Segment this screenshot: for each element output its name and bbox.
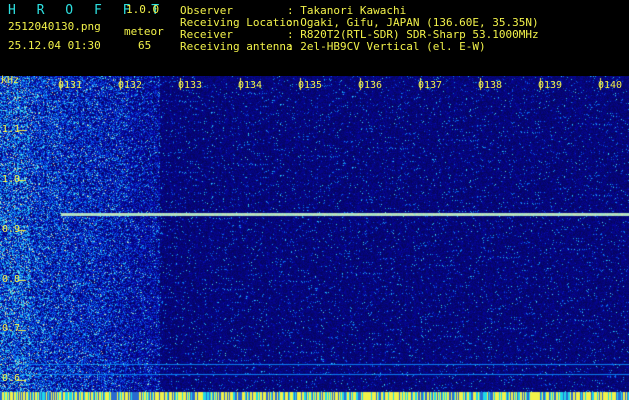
y-tick-label: 0.8 — [2, 274, 21, 285]
y-tick-label: 1.1 — [2, 124, 21, 135]
meteor-count: 65 — [138, 39, 152, 52]
time-tick-label: 0138 — [478, 80, 503, 91]
timestamp: 25.12.04 01:30 — [8, 39, 101, 52]
y-tick-label: 0.6 — [2, 373, 21, 384]
filename: 2512040130.png — [8, 20, 101, 33]
spectrogram-canvas — [0, 76, 629, 400]
time-tick-label: 0134 — [238, 80, 263, 91]
y-unit-label: kHz — [1, 75, 20, 86]
time-tick-label: 0140 — [598, 80, 623, 91]
antenna-label: Receiving antenna — [180, 40, 293, 53]
app-version: 1.0.0 — [126, 3, 160, 16]
antenna-value: : 2el-HB9CV Vertical (el. E-W) — [287, 40, 486, 53]
time-tick-label: 0139 — [538, 80, 563, 91]
y-tick-label: 0.9 — [2, 224, 21, 235]
time-tick-label: 0133 — [178, 80, 203, 91]
time-tick-label: 0132 — [118, 80, 143, 91]
time-tick-label: 0135 — [298, 80, 323, 91]
y-tick-label: 1.0 — [2, 174, 21, 185]
time-tick-label: 0131 — [58, 80, 83, 91]
meteor-label: meteor — [124, 25, 164, 38]
header-panel: H R O F F T 1.0.0 2512040130.png meteor … — [0, 0, 629, 76]
time-tick-label: 0136 — [358, 80, 383, 91]
y-tick-label: 0.7 — [2, 323, 21, 334]
time-tick-label: 0137 — [418, 80, 443, 91]
